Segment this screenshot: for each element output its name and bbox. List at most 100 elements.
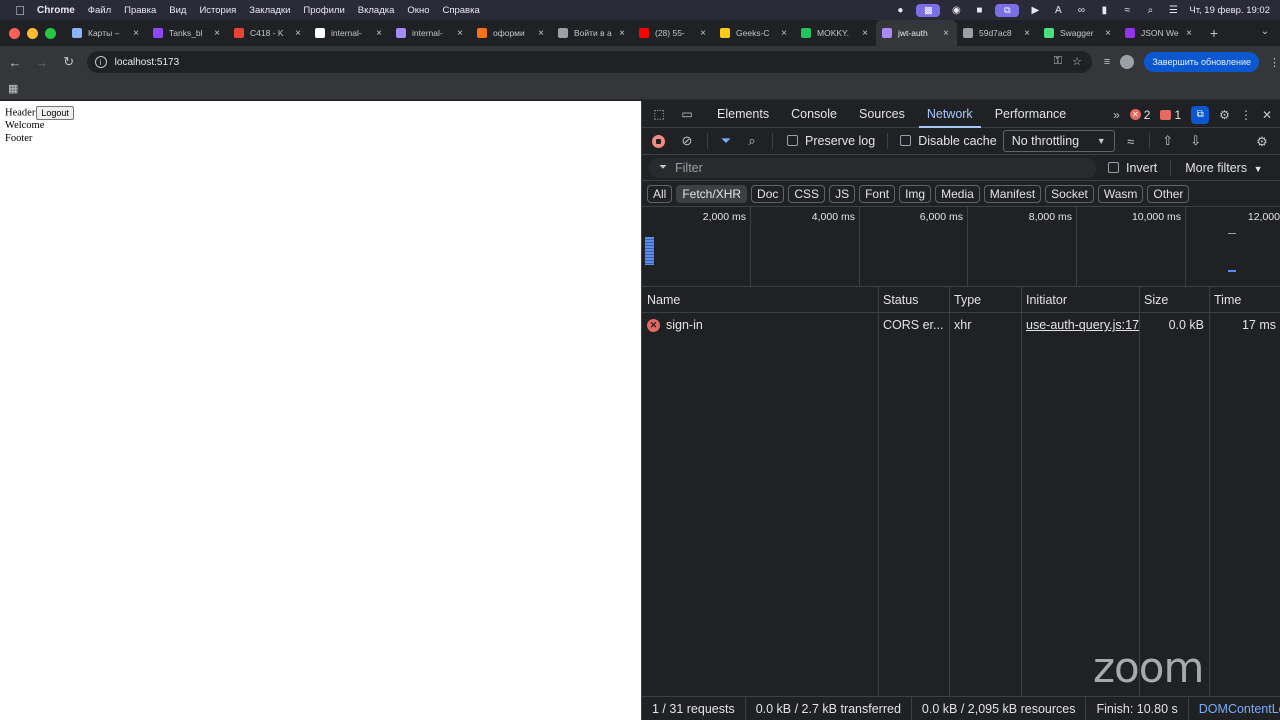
tab-close-icon[interactable]: ×	[779, 28, 789, 39]
battery-icon[interactable]: ▮	[1097, 4, 1111, 16]
forward-button[interactable]: →	[30, 50, 54, 74]
mirror-icon[interactable]: ⧉	[995, 3, 1020, 17]
menu-edit[interactable]: Правка	[124, 5, 156, 16]
preserve-log-checkbox[interactable]: Preserve log	[787, 134, 875, 148]
type-filter-img[interactable]: Img	[899, 184, 932, 203]
new-tab-button[interactable]: +	[1204, 25, 1224, 41]
tab-network[interactable]: Network	[918, 101, 981, 128]
menu-bookmarks[interactable]: Закладки	[249, 5, 290, 16]
tab-close-icon[interactable]: ×	[536, 28, 546, 39]
filter-funnel-icon[interactable]: ⏷	[718, 133, 734, 149]
browser-tab[interactable]: Swagger ×	[1038, 20, 1119, 46]
throttling-select[interactable]: No throttling ▼	[1002, 130, 1115, 152]
tab-close-icon[interactable]: ×	[212, 28, 222, 39]
extension-icon[interactable]: ⧉	[1191, 105, 1210, 124]
column-header-name[interactable]: Name	[642, 287, 680, 312]
wifi-icon[interactable]: ≈	[1120, 4, 1134, 16]
column-header-size[interactable]: Size	[1139, 287, 1168, 312]
browser-tab[interactable]: internal- ×	[309, 20, 390, 46]
browser-tab[interactable]: Geeks-C ×	[714, 20, 795, 46]
tab-close-icon[interactable]: ×	[131, 28, 141, 39]
browser-tab[interactable]: jwt-auth ×	[876, 20, 957, 46]
logout-button[interactable]: Logout	[36, 106, 74, 120]
tab-close-icon[interactable]: ×	[374, 28, 384, 39]
invert-checkbox[interactable]: Invert	[1108, 161, 1157, 175]
menubar-clock[interactable]: Чт, 19 февр. 19:02	[1189, 5, 1270, 16]
menu-chrome[interactable]: Chrome	[37, 5, 75, 16]
disable-cache-checkbox[interactable]: Disable cache	[900, 134, 997, 148]
column-header-time[interactable]: Time	[1209, 287, 1241, 312]
browser-tab[interactable]: Войти в а ×	[552, 20, 633, 46]
browser-tab[interactable]: (28) 55- ×	[633, 20, 714, 46]
address-bar[interactable]: i localhost:5173 ⚿ ☆	[86, 51, 1092, 73]
network-overview-timeline[interactable]: 2,000 ms 4,000 ms 6,000 ms 8,000 ms 10,000 m…	[642, 207, 1280, 287]
menu-view[interactable]: Вид	[169, 5, 186, 16]
export-har-icon[interactable]: ⇩	[1188, 133, 1204, 149]
type-filter-doc[interactable]: Doc	[751, 184, 785, 203]
more-filters-dropdown[interactable]: More filters ▼	[1185, 161, 1262, 175]
back-button[interactable]: ←	[3, 50, 27, 74]
tab-sources[interactable]: Sources	[859, 101, 905, 128]
table-row[interactable]: ✕ sign-in CORS er... xhr use-auth-query.j…	[642, 314, 1280, 336]
tab-close-icon[interactable]: ×	[698, 28, 708, 39]
browser-tab[interactable]: C418 - K ×	[228, 20, 309, 46]
record-stop-icon[interactable]	[652, 134, 665, 148]
type-filter-manifest[interactable]: Manifest	[983, 184, 1042, 203]
type-filter-js[interactable]: JS	[829, 184, 856, 203]
device-toolbar-icon[interactable]: ▭	[679, 106, 695, 122]
tab-close-icon[interactable]: ×	[1022, 28, 1032, 39]
record-icon[interactable]: ■	[972, 4, 986, 16]
search-icon[interactable]: ⌕	[744, 133, 760, 149]
minimize-window-button[interactable]	[27, 27, 38, 39]
screen-share-icon[interactable]: ▩	[916, 3, 941, 17]
messages-badge[interactable]: 1	[1160, 108, 1181, 122]
type-filter-all[interactable]: All	[647, 184, 673, 203]
tab-close-icon[interactable]: ×	[1103, 28, 1113, 39]
import-har-icon[interactable]: ⇧	[1160, 133, 1176, 149]
column-header-status[interactable]: Status	[878, 287, 918, 312]
menu-window[interactable]: Окно	[407, 5, 429, 16]
shield-icon[interactable]: ●	[893, 4, 907, 16]
tab-close-icon[interactable]: ×	[455, 28, 465, 39]
address-url[interactable]: localhost:5173	[115, 57, 180, 68]
browser-tab[interactable]: оформи ×	[471, 20, 552, 46]
type-filter-font[interactable]: Font	[859, 184, 896, 203]
bookmark-star-icon[interactable]: ☆	[1072, 55, 1082, 68]
network-settings-icon[interactable]: ⚙	[1254, 134, 1270, 150]
close-window-button[interactable]	[9, 27, 20, 39]
tab-close-icon[interactable]: ×	[941, 28, 951, 39]
link-icon[interactable]: ∞	[1074, 4, 1088, 16]
tab-close-icon[interactable]: ×	[617, 28, 627, 39]
network-conditions-icon[interactable]: ≈	[1123, 134, 1139, 149]
browser-tab[interactable]: MOKKY. ×	[795, 20, 876, 46]
type-filter-css[interactable]: CSS	[788, 184, 826, 203]
close-devtools-icon[interactable]: ✕	[1262, 108, 1272, 122]
menu-file[interactable]: Файл	[88, 5, 111, 16]
type-filter-media[interactable]: Media	[935, 184, 980, 203]
type-filter-fetchxhr[interactable]: Fetch/XHR	[676, 184, 748, 203]
more-options-icon[interactable]: ⋮	[1240, 108, 1252, 122]
menu-tab[interactable]: Вкладка	[358, 5, 395, 16]
settings-gear-icon[interactable]: ⚙	[1219, 108, 1230, 122]
browser-menu-icon[interactable]: ⋮	[1269, 56, 1280, 69]
menu-help[interactable]: Справка	[442, 5, 479, 16]
apps-grid-icon[interactable]: ▦	[8, 82, 20, 95]
tab-close-icon[interactable]: ×	[860, 28, 870, 39]
browser-tab[interactable]: Карты – ×	[66, 20, 147, 46]
inspect-element-icon[interactable]: ⬚	[651, 106, 667, 122]
play-icon[interactable]: ▶	[1028, 4, 1042, 16]
tab-close-icon[interactable]: ×	[1184, 28, 1194, 39]
keyboard-layout-icon[interactable]: A	[1051, 4, 1065, 16]
type-filter-other[interactable]: Other	[1147, 184, 1190, 203]
menu-profiles[interactable]: Профили	[303, 5, 344, 16]
site-info-icon[interactable]: i	[94, 56, 107, 68]
browser-tab[interactable]: 59d7ac8 ×	[957, 20, 1038, 46]
type-filter-socket[interactable]: Socket	[1045, 184, 1094, 203]
browser-tab[interactable]: Tanks_bl ×	[147, 20, 228, 46]
more-tabs-icon[interactable]: »	[1113, 108, 1120, 122]
tab-close-icon[interactable]: ×	[293, 28, 303, 39]
reading-list-icon[interactable]: ≡	[1104, 56, 1110, 68]
errors-badge[interactable]: ✕ 2	[1129, 108, 1150, 122]
maximize-window-button[interactable]	[45, 27, 56, 39]
menu-history[interactable]: История	[199, 5, 236, 16]
